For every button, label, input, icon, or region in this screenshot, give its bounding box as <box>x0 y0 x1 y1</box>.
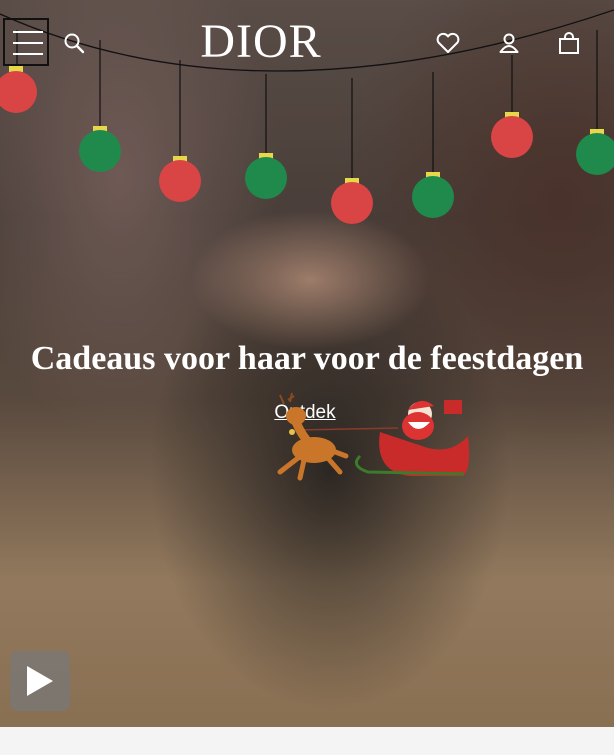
search-button[interactable] <box>60 29 88 57</box>
play-icon <box>27 666 53 696</box>
account-button[interactable] <box>495 29 523 57</box>
hero-headline: Cadeaus voor haar voor de feestdagen <box>30 340 584 377</box>
menu-icon-line <box>13 42 43 44</box>
dior-logo[interactable]: DIOR <box>186 14 336 70</box>
hero-banner[interactable]: Cadeaus voor haar voor de feestdagen Ont… <box>0 0 614 727</box>
site-header: DIOR <box>0 0 614 86</box>
menu-icon-line <box>13 53 43 55</box>
bag-icon <box>559 32 579 54</box>
user-icon <box>499 33 519 53</box>
shopping-bag-button[interactable] <box>555 29 583 57</box>
santa-sleigh-illustration <box>277 392 470 481</box>
sleigh-icon <box>354 400 470 476</box>
wishlist-button[interactable] <box>434 29 462 57</box>
search-icon <box>64 33 85 54</box>
page-bottom-strip <box>0 727 614 755</box>
menu-icon-line <box>13 31 43 33</box>
heart-icon <box>436 32 460 53</box>
menu-button[interactable] <box>3 18 49 66</box>
play-video-button[interactable] <box>10 651 70 711</box>
reindeer-icon <box>277 392 349 481</box>
ornament-balls <box>0 66 614 224</box>
